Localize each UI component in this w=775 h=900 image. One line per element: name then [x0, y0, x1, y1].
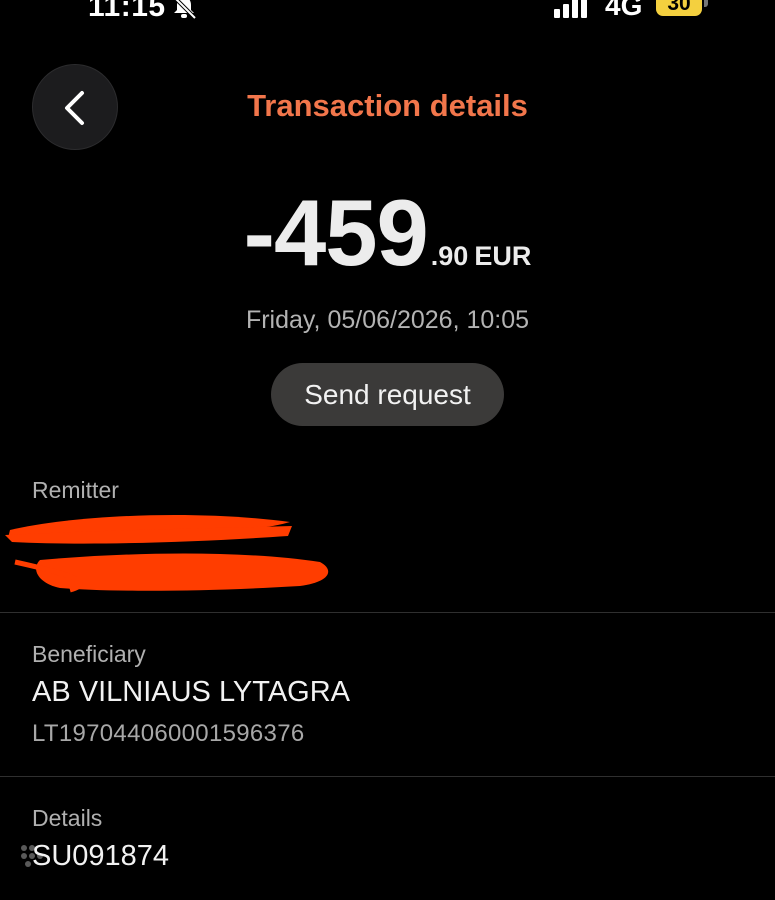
- page-title: Transaction details: [247, 88, 528, 123]
- beneficiary-name: AB VILNIAUS LYTAGRA: [32, 676, 351, 708]
- details-label: Details: [32, 805, 103, 831]
- transaction-amount: -459.90 EUR: [0, 183, 775, 283]
- battery-tip: [704, 0, 708, 7]
- status-time: 11:15: [88, 0, 166, 23]
- battery-indicator: 30: [656, 0, 702, 16]
- send-request-button[interactable]: Send request: [271, 363, 504, 426]
- bell-slash-icon: [174, 0, 197, 20]
- cellular-signal-icon: [554, 0, 587, 18]
- amount-whole: -459: [243, 180, 429, 285]
- network-type: 4G: [605, 0, 643, 21]
- beneficiary-label: Beneficiary: [32, 641, 146, 667]
- transaction-date: Friday, 05/06/2026, 10:05: [245, 306, 530, 334]
- amount-cents: .90: [430, 241, 469, 271]
- beneficiary-account: LT197044060001596376: [32, 720, 305, 747]
- redaction-scribble: [5, 515, 329, 593]
- watermark-logo: [21, 845, 43, 867]
- amount-currency: EUR: [474, 241, 532, 271]
- section-divider: [0, 776, 775, 777]
- status-bar: 11:15 4G 30: [0, 0, 775, 23]
- section-divider: [0, 612, 775, 613]
